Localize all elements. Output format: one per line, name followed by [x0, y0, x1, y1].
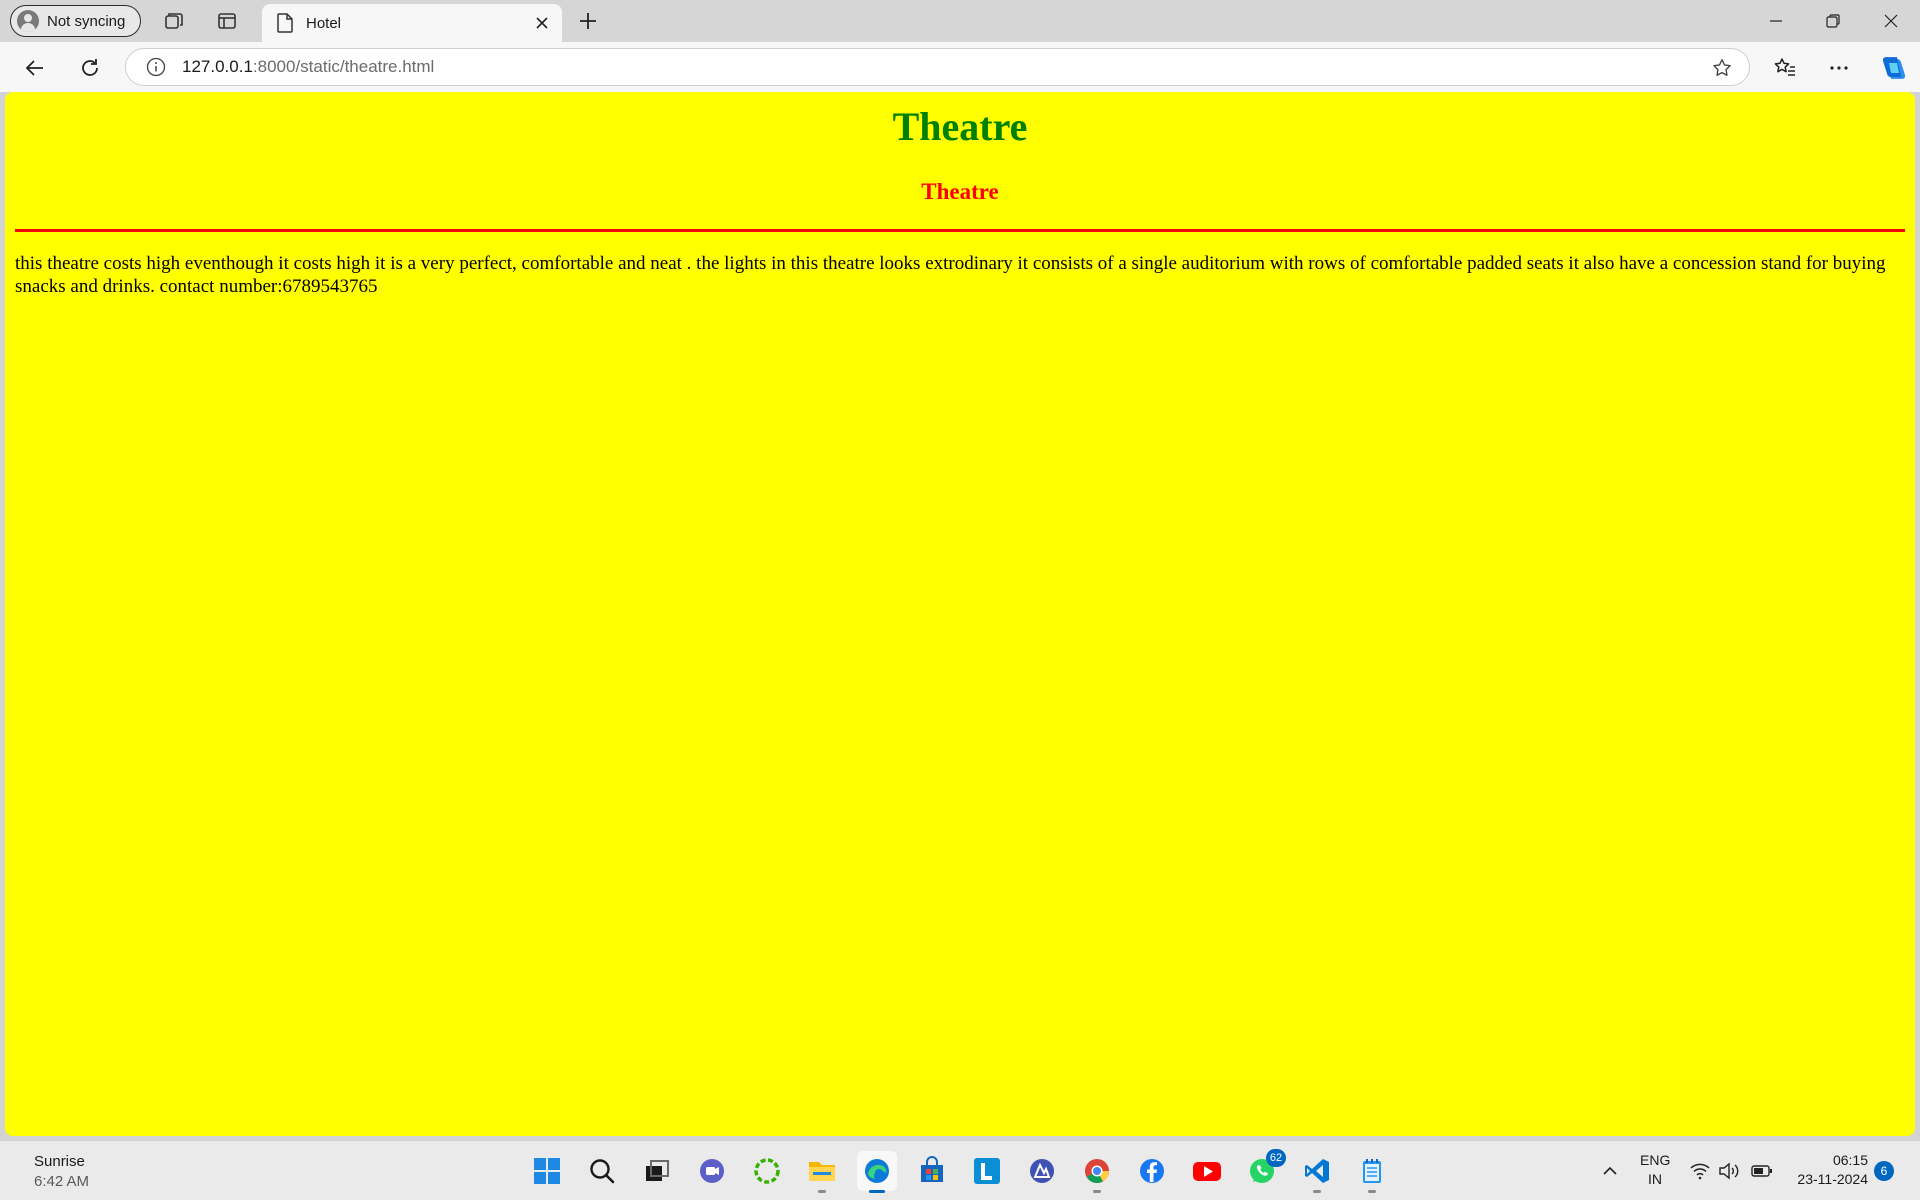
notepad-icon[interactable] [1352, 1151, 1392, 1193]
browser-tab-bar: Not syncing Hotel [0, 0, 1920, 42]
youtube-icon[interactable] [1187, 1151, 1227, 1191]
page-title: Theatre [892, 104, 1028, 149]
url-host: 127.0.0.1 [182, 57, 253, 76]
running-indicator [818, 1190, 826, 1193]
l-app-icon[interactable] [967, 1151, 1007, 1191]
profile-button[interactable]: Not syncing [10, 5, 141, 37]
system-clock[interactable]: 06:15 23-11-2024 [1788, 1151, 1868, 1189]
running-indicator [1093, 1190, 1101, 1193]
battery-icon[interactable] [1750, 1151, 1774, 1191]
minimize-icon[interactable] [1764, 9, 1788, 33]
page-icon [277, 13, 293, 33]
back-arrow-icon[interactable] [22, 55, 48, 81]
volume-icon[interactable] [1718, 1151, 1740, 1191]
restore-icon[interactable] [1821, 9, 1845, 33]
wifi-icon[interactable] [1690, 1151, 1710, 1191]
vscode-icon[interactable] [1297, 1151, 1337, 1193]
chevron-up-icon[interactable] [1598, 1151, 1622, 1191]
tab-hotel[interactable]: Hotel [262, 4, 562, 42]
more-options-icon[interactable] [1826, 55, 1852, 81]
store-icon[interactable] [912, 1151, 952, 1191]
copilot-icon[interactable] [1879, 53, 1909, 83]
weather-time: 6:42 AM [34, 1173, 90, 1190]
address-bar[interactable]: 127.0.0.1:8000/static/theatre.html [125, 48, 1750, 86]
whatsapp-unread-badge: 62 [1266, 1149, 1286, 1167]
notification-badge[interactable]: 6 [1874, 1161, 1894, 1181]
delta-app-icon[interactable] [1022, 1151, 1062, 1191]
search-icon[interactable] [582, 1151, 622, 1191]
page-viewport: Theatre Theatre this theatre costs high … [5, 92, 1915, 1136]
weather-widget[interactable]: Sunrise 6:42 AM [34, 1152, 89, 1192]
theatre-description: this theatre costs high eventhough it co… [15, 253, 1886, 297]
page-subtitle: Theatre [921, 179, 999, 204]
refresh-icon[interactable] [77, 55, 103, 81]
url-text[interactable]: 127.0.0.1:8000/static/theatre.html [182, 57, 434, 77]
windows-taskbar: Sunrise 6:42 AM 62 ENG IN 06:15 23-11-20… [0, 1140, 1920, 1200]
running-indicator [869, 1190, 885, 1193]
site-info-icon[interactable] [146, 57, 166, 77]
file-explorer-icon[interactable] [802, 1151, 842, 1193]
url-path: :8000/static/theatre.html [252, 57, 435, 76]
close-tab-icon[interactable] [530, 11, 554, 35]
language-code: ENG [1640, 1152, 1671, 1168]
task-view-icon[interactable] [637, 1151, 677, 1191]
favorite-star-icon[interactable] [1711, 57, 1733, 79]
browser-toolbar: 127.0.0.1:8000/static/theatre.html [0, 42, 1920, 92]
facebook-icon[interactable] [1132, 1151, 1172, 1191]
region-code: IN [1648, 1171, 1662, 1187]
running-indicator [1313, 1190, 1321, 1193]
chat-icon[interactable] [692, 1151, 732, 1191]
running-indicator [1368, 1190, 1376, 1193]
profile-status-label: Not syncing [47, 12, 126, 30]
workspaces-icon[interactable] [162, 9, 186, 33]
edge-icon[interactable] [857, 1151, 897, 1193]
whatsapp-icon[interactable]: 62 [1242, 1149, 1286, 1191]
language-indicator[interactable]: ENG IN [1640, 1151, 1670, 1189]
profile-avatar-icon [17, 10, 39, 32]
chrome-icon[interactable] [1077, 1151, 1117, 1193]
circle-app-icon[interactable] [747, 1151, 787, 1191]
clock-time: 06:15 [1832, 1152, 1868, 1168]
tab-title: Hotel [306, 14, 342, 32]
weather-title: Sunrise [34, 1153, 85, 1170]
new-tab-icon[interactable] [576, 9, 600, 33]
horizontal-rule [15, 229, 1905, 232]
favorites-icon[interactable] [1772, 55, 1798, 81]
start-icon[interactable] [527, 1151, 567, 1191]
clock-date: 23-11-2024 [1797, 1171, 1868, 1187]
close-window-icon[interactable] [1879, 9, 1903, 33]
vertical-tabs-icon[interactable] [215, 9, 239, 33]
